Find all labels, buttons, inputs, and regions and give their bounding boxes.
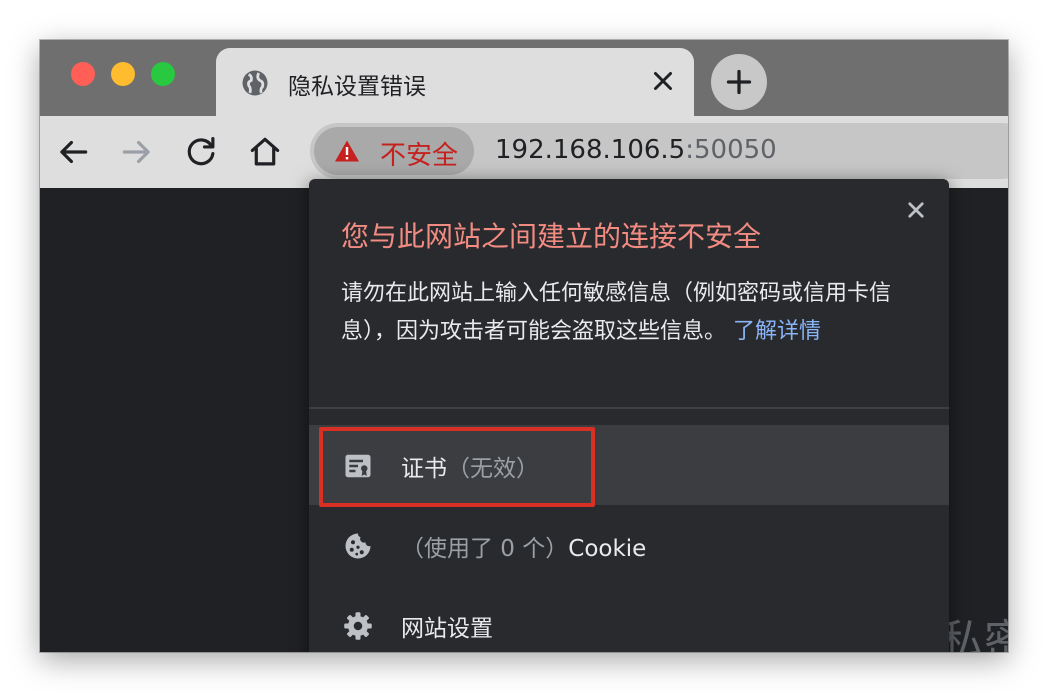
certificate-row[interactable]: 证书（无效）	[309, 425, 949, 505]
popup-description: 请勿在此网站上输入任何敏感信息（例如密码或信用卡信息），因为攻击者可能会盗取这些…	[341, 275, 931, 351]
certificate-status: （无效）	[447, 456, 539, 482]
browser-window: 隐私设置错误 不安全 192.168.106.5:50050 私密 您与此网站之…	[40, 40, 1008, 652]
minimize-window-button[interactable]	[111, 62, 135, 86]
url-host: 192.168.106.5	[495, 135, 686, 165]
site-settings-row[interactable]: 网站设置	[309, 585, 949, 652]
close-icon[interactable]	[901, 195, 931, 225]
new-tab-button[interactable]	[711, 54, 767, 110]
reload-icon[interactable]	[182, 133, 220, 171]
cookies-label: （使用了 0 个）Cookie	[401, 529, 646, 563]
forward-arrow-icon[interactable]	[118, 133, 156, 171]
certificate-title: 证书	[401, 456, 447, 482]
active-tab[interactable]: 隐私设置错误	[216, 48, 694, 116]
globe-icon	[240, 68, 270, 98]
browser-toolbar: 不安全 192.168.106.5:50050	[40, 116, 1008, 188]
popup-title: 您与此网站之间建立的连接不安全	[341, 220, 762, 253]
cookies-row[interactable]: （使用了 0 个）Cookie	[309, 505, 949, 585]
url-text[interactable]: 192.168.106.5:50050	[495, 135, 777, 165]
plus-icon	[726, 69, 752, 95]
popup-divider	[309, 407, 949, 409]
warning-triangle-icon	[334, 139, 360, 163]
cookies-title: Cookie	[568, 536, 647, 562]
back-arrow-icon[interactable]	[54, 133, 92, 171]
site-info-popup: 您与此网站之间建立的连接不安全 请勿在此网站上输入任何敏感信息（例如密码或信用卡…	[309, 179, 949, 652]
security-chip[interactable]: 不安全	[314, 127, 474, 175]
cookie-icon	[343, 531, 373, 561]
tab-close-icon[interactable]	[648, 66, 678, 96]
site-settings-label: 网站设置	[401, 616, 493, 642]
address-bar[interactable]: 不安全 192.168.106.5:50050	[310, 123, 1008, 179]
home-icon[interactable]	[246, 133, 284, 171]
certificate-icon	[343, 451, 373, 481]
tab-strip: 隐私设置错误	[40, 40, 1008, 116]
not-secure-label: 不安全	[380, 141, 459, 171]
certificate-label: 证书（无效）	[401, 449, 539, 483]
gear-icon	[343, 611, 373, 641]
tab-title: 隐私设置错误	[288, 74, 426, 100]
close-window-button[interactable]	[71, 62, 95, 86]
page-background-text: 私密	[940, 616, 1008, 652]
zoom-window-button[interactable]	[151, 62, 175, 86]
url-port: :50050	[685, 135, 777, 165]
learn-more-link[interactable]: 了解详情	[733, 319, 821, 344]
cookies-count: （使用了 0 个）	[401, 536, 569, 562]
